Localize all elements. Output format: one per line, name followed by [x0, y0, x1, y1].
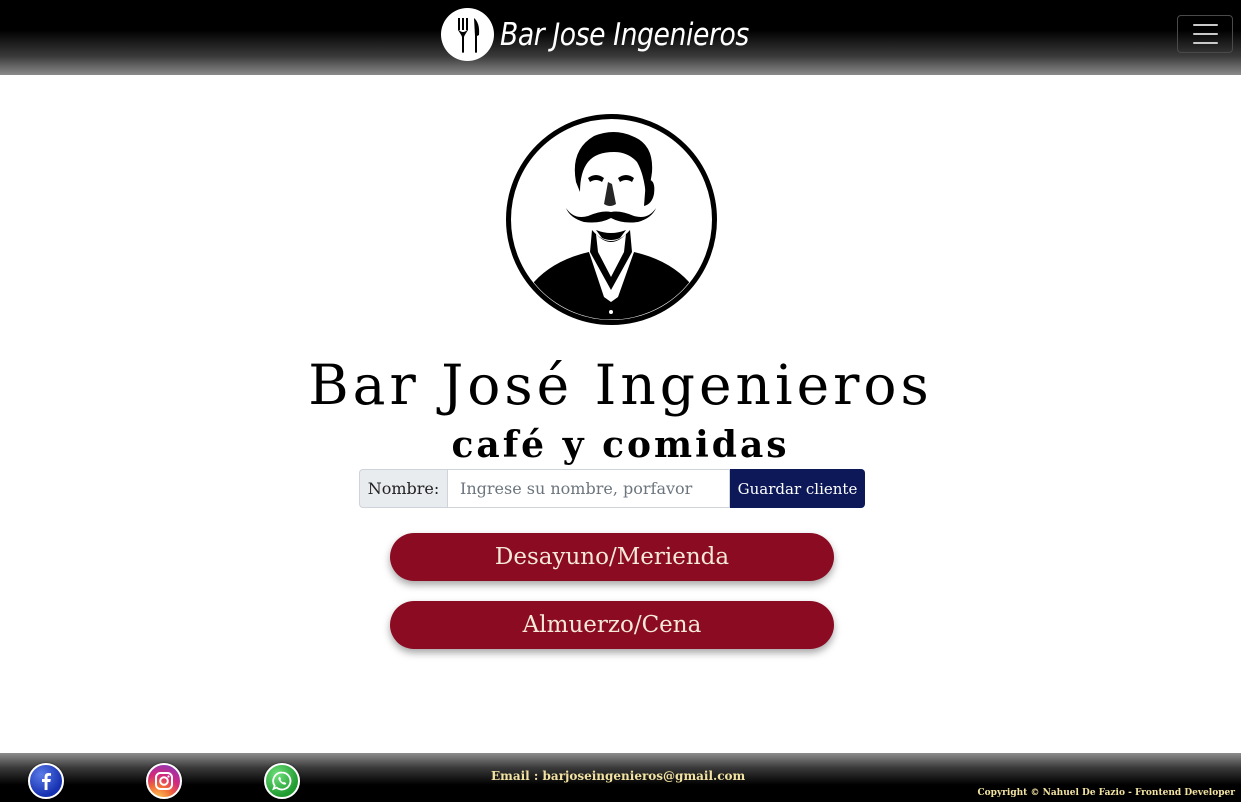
page-title: Bar José Ingenieros: [308, 353, 933, 417]
brand-link[interactable]: Bar Jose Ingenieros: [441, 8, 789, 61]
whatsapp-icon[interactable]: [264, 763, 300, 799]
hamburger-menu-icon[interactable]: [1177, 15, 1233, 53]
customer-name-form: Nombre: Guardar cliente: [359, 469, 865, 508]
brand-name: Bar Jose Ingenieros: [500, 16, 749, 53]
lunch-dinner-menu-button[interactable]: Almuerzo/Cena: [390, 601, 834, 649]
contact-email: Email : barjoseingenieros@gmail.com: [491, 769, 746, 783]
save-customer-button[interactable]: Guardar cliente: [730, 469, 865, 508]
navbar: Bar Jose Ingenieros: [0, 0, 1241, 75]
instagram-icon[interactable]: [146, 763, 182, 799]
page-subtitle: café y comidas: [451, 424, 790, 466]
fork-knife-icon: [441, 8, 494, 61]
copyright-notice: Copyright © Nahuel De Fazio - Frontend D…: [977, 788, 1235, 798]
name-input[interactable]: [447, 469, 730, 508]
portrait-logo: [504, 112, 719, 327]
footer: Email : barjoseingenieros@gmail.com Copy…: [0, 753, 1241, 802]
facebook-icon[interactable]: [28, 763, 64, 799]
breakfast-menu-button[interactable]: Desayuno/Merienda: [390, 533, 834, 581]
name-label: Nombre:: [359, 469, 447, 508]
